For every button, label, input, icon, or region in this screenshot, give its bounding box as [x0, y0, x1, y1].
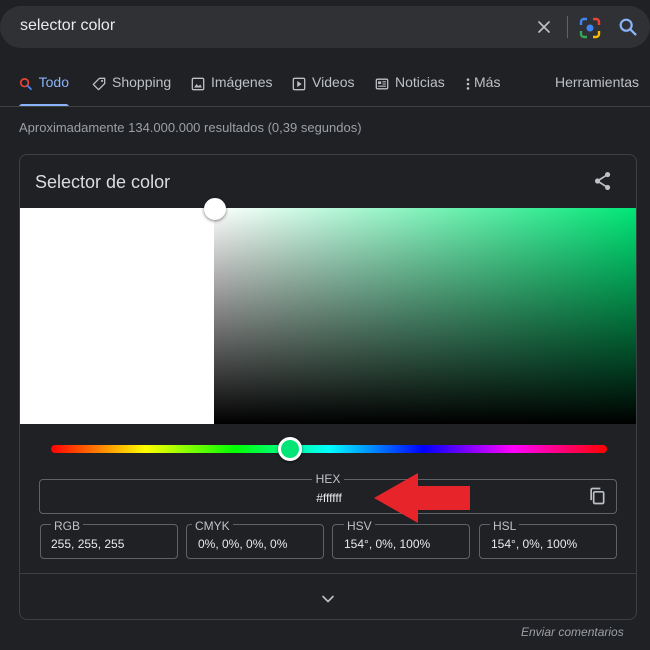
result-stats: Aproximadamente 134.000.000 resultados (…: [19, 120, 362, 135]
search-bar-divider: [567, 16, 568, 38]
tab-label: Imágenes: [211, 74, 273, 90]
tab-mas[interactable]: Más: [465, 74, 500, 107]
rgb-value[interactable]: 255, 255, 255: [51, 537, 124, 551]
cmyk-label: CMYK: [192, 519, 233, 533]
tab-videos[interactable]: Videos: [292, 74, 355, 107]
search-bar[interactable]: selector color: [0, 6, 650, 48]
tab-shopping[interactable]: Shopping: [92, 74, 171, 107]
google-lens-icon[interactable]: [578, 16, 602, 40]
more-vert-icon: [466, 78, 470, 90]
selected-color-swatch: [20, 208, 214, 424]
tabs-divider: [0, 106, 650, 107]
play-icon: [292, 77, 306, 91]
hue-slider-handle[interactable]: [278, 437, 303, 461]
search-input[interactable]: selector color: [20, 17, 115, 35]
tab-label: Noticias: [395, 74, 445, 90]
hue-slider[interactable]: [51, 437, 607, 461]
search-icon[interactable]: [617, 16, 639, 38]
hsv-label: HSV: [344, 519, 375, 533]
tab-imagenes[interactable]: Imágenes: [191, 74, 272, 107]
copy-icon[interactable]: [587, 486, 607, 506]
card-divider: [20, 573, 636, 574]
close-icon[interactable]: [534, 17, 554, 37]
tab-label: Shopping: [112, 74, 172, 90]
search-results-page: selector color Todo Shopping Imágenes Vi…: [0, 0, 650, 650]
color-picker-card: Selector de color HEX #ffffff RGB 255, 2…: [19, 154, 637, 620]
hex-label: HEX: [20, 472, 636, 486]
share-icon[interactable]: [592, 170, 614, 192]
search-icon: [19, 78, 32, 91]
hsl-value[interactable]: 154°, 0%, 100%: [491, 537, 577, 551]
tab-label: Todo: [38, 74, 69, 90]
tools-label: Herramientas: [555, 74, 640, 90]
send-feedback-link[interactable]: Enviar comentarios: [521, 625, 624, 639]
tab-todo[interactable]: Todo: [19, 74, 69, 107]
search-tabs: Todo Shopping Imágenes Videos Noticias M…: [0, 74, 650, 107]
tab-label: Más: [474, 74, 501, 90]
tab-noticias[interactable]: Noticias: [375, 74, 445, 107]
rgb-label: RGB: [51, 519, 84, 533]
news-icon: [375, 78, 389, 90]
saturation-value-area[interactable]: [204, 198, 636, 424]
red-arrow-annotation: [374, 473, 470, 523]
hex-value[interactable]: #ffffff: [20, 491, 636, 505]
tab-label: Videos: [312, 74, 355, 90]
saturation-value-handle[interactable]: [204, 198, 226, 220]
card-title: Selector de color: [35, 172, 171, 192]
image-icon: [191, 77, 205, 91]
hsv-value[interactable]: 154°, 0%, 100%: [344, 537, 430, 551]
cmyk-value[interactable]: 0%, 0%, 0%, 0%: [198, 537, 287, 551]
tools-button[interactable]: Herramientas: [555, 74, 639, 107]
chevron-down-icon[interactable]: [318, 589, 338, 609]
hsl-label: HSL: [490, 519, 520, 533]
tag-icon: [92, 77, 106, 91]
